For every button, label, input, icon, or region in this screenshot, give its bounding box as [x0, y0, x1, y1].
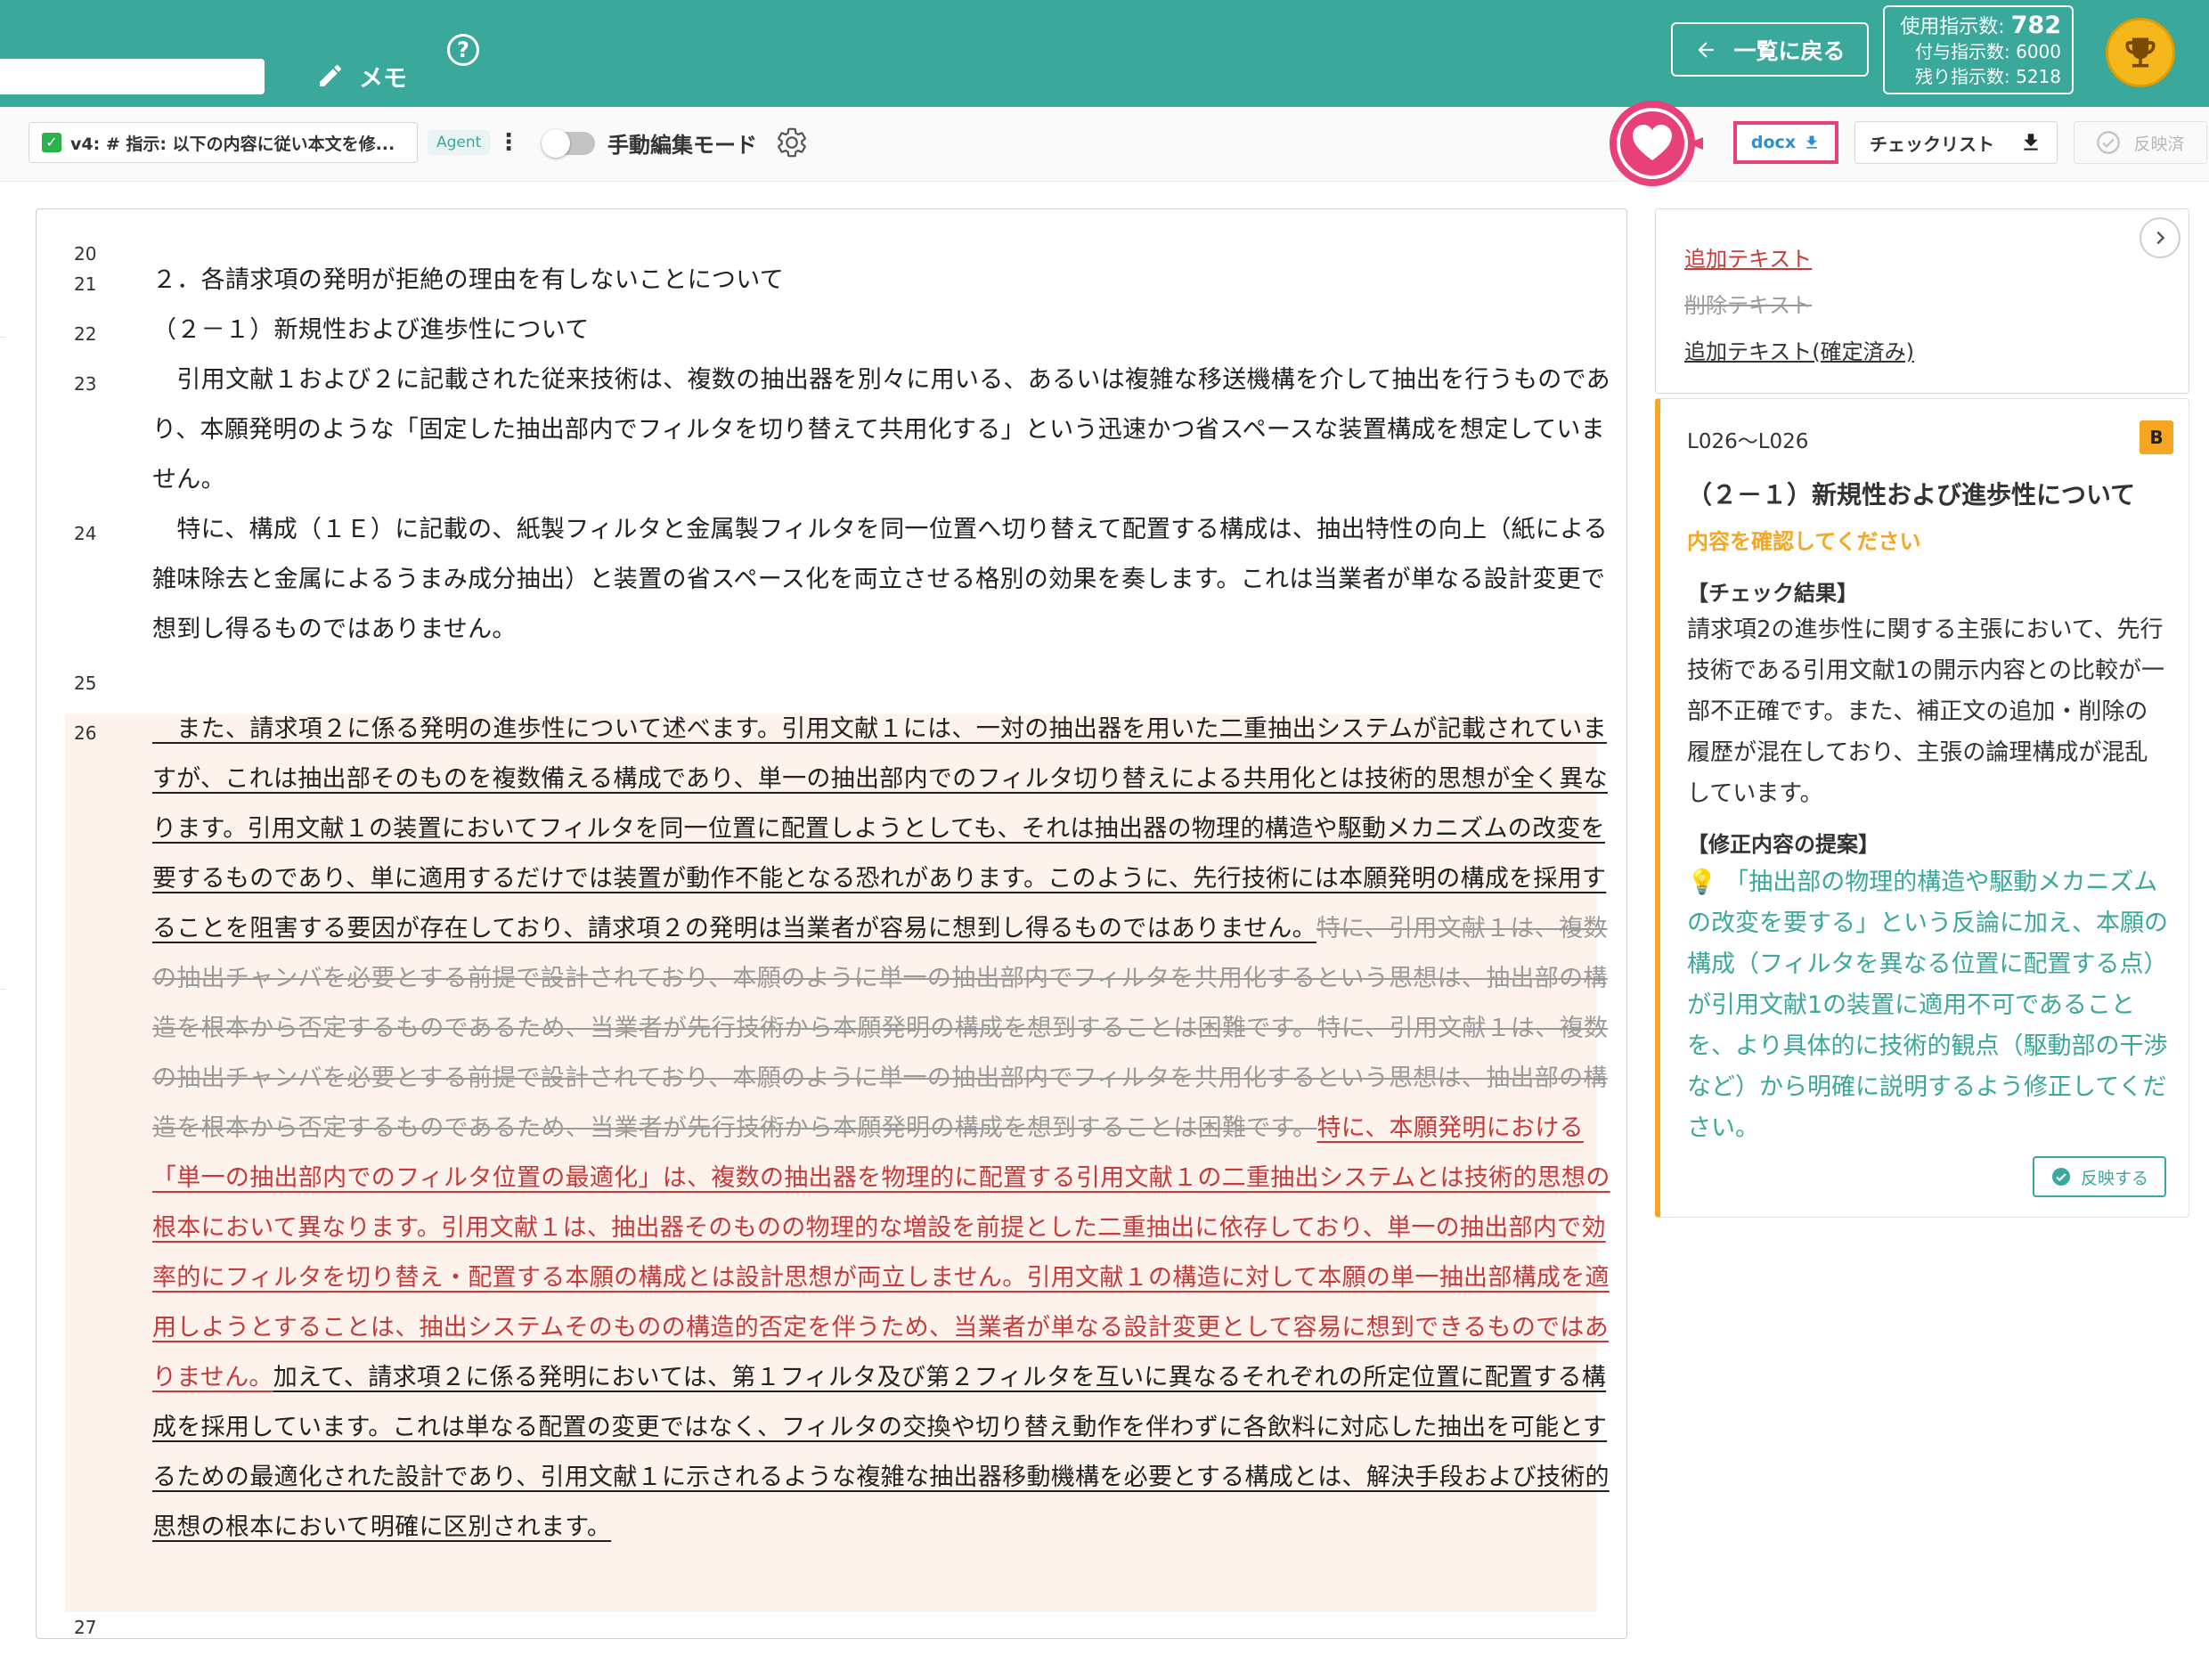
more-options-icon[interactable]: ⋮ — [497, 130, 520, 155]
added-text: また、請求項２に係る発明の進歩性について述べます。引用文献１には、一対の抽出器を… — [152, 715, 1608, 942]
checklist-download-button[interactable]: チェックリスト — [1854, 121, 2058, 164]
help-icon[interactable]: ? — [447, 34, 479, 66]
apply-button[interactable]: 反映する — [2033, 1156, 2166, 1197]
line-text-segments: また、請求項２に係る発明の進歩性について述べます。引用文献１には、一対の抽出器を… — [152, 705, 1622, 1553]
line-number: 24 — [74, 523, 97, 544]
agent-badge: Agent — [428, 130, 491, 155]
line-number: 25 — [74, 673, 97, 694]
version-selector[interactable]: ✓ v4: # 指示: 以下の内容に従い本文を修... — [29, 122, 418, 163]
legend-deleted: 削除テキスト — [1684, 293, 1813, 318]
memo-label: メモ — [359, 64, 407, 93]
result-body: 請求項2の進歩性に関する主張において、先行技術である引用文献1の開示内容との比較… — [1687, 616, 2165, 807]
manual-edit-label: 手動編集モード — [607, 133, 757, 158]
suggestion-card: L026〜L026 B （２－１）新規性および進歩性について 内容を確認してくだ… — [1655, 398, 2189, 1218]
line-text: 引用文献１および２に記載された従来技術は、複数の抽出器を別々に用いる、あるいは複… — [152, 366, 1610, 493]
trophy-icon[interactable] — [2106, 18, 2175, 87]
deleted-text: 特に、引用文献１は、複数の抽出チャンバを必要とする前提で設計されており、本願のよ… — [152, 915, 1609, 1142]
line-number: 21 — [74, 273, 97, 295]
line-number: 27 — [74, 1617, 97, 1638]
instruction-counts: 使用指示数: 782 付与指示数: 6000 残り指示数: 5218 — [1883, 5, 2074, 94]
pencil-icon — [320, 64, 342, 86]
reflected-label: 反映済 — [2133, 134, 2185, 154]
red-added-text: 特に、本願発明における「単一の抽出部内でのフィルタ位置の最適化」は、複数の抽出器… — [152, 1114, 1610, 1391]
divider — [0, 989, 5, 990]
app-header: メモ ? 一覧に戻る 使用指示数: 782 付与指示数: 6000 残り指示数:… — [0, 0, 2209, 107]
line-number: 20 — [74, 243, 97, 265]
manual-edit-toggle[interactable] — [542, 129, 595, 158]
checklist-label: チェックリスト — [1870, 133, 1994, 155]
suggest-heading: 【修正内容の提案】 — [1687, 832, 1879, 857]
result-heading: 【チェック結果】 — [1687, 581, 1858, 606]
download-icon — [2024, 134, 2038, 151]
usage-label: 使用指示数: — [1900, 16, 2005, 38]
suggest-body: 💡 「抽出部の物理的構造や駆動メカニズムの改変を要する」という反論に加え、本願の… — [1687, 869, 2168, 1142]
line-range: L026〜L026 — [1687, 430, 1809, 453]
document-editor[interactable]: 20 21 ２．各請求項の発明が拒絶の理由を有しないことについて 22 （２－１… — [36, 208, 1627, 1639]
check-circle-icon — [2097, 131, 2121, 154]
line-number: 23 — [74, 373, 97, 395]
line-number: 22 — [74, 323, 97, 345]
card-title: （２－１）新規性および進歩性について — [1687, 480, 2136, 510]
memo-button[interactable]: メモ — [316, 55, 407, 96]
back-label: 一覧に戻る — [1733, 37, 1846, 64]
usage-value: 782 — [2010, 12, 2061, 39]
document-title-input[interactable] — [0, 59, 265, 94]
reflected-button: 反映済 — [2074, 121, 2207, 164]
line-text: 特に、構成（１Ｅ）に記載の、紙製フィルタと金属製フィルタを同一位置へ切り替えて配… — [152, 516, 1608, 643]
remaining-count: 残り指示数: 5218 — [1915, 66, 2061, 87]
chevron-right-icon[interactable] — [2140, 217, 2180, 258]
check-circle-icon — [2051, 1168, 2070, 1186]
legend-added: 追加テキスト — [1684, 247, 1813, 272]
docx-label: docx — [1750, 133, 1797, 152]
apply-label: 反映する — [2080, 1168, 2148, 1188]
gear-icon[interactable] — [775, 126, 809, 159]
divider — [0, 337, 5, 338]
granted-count: 付与指示数: 6000 — [1915, 41, 2061, 62]
warning-text: 内容を確認してください — [1687, 529, 1921, 554]
docx-download-button[interactable]: docx — [1733, 121, 1838, 164]
line-text: （２－１）新規性および進歩性について — [152, 316, 590, 344]
back-to-list-button[interactable]: 一覧に戻る — [1671, 22, 1869, 77]
legend-confirmed: 追加テキスト(確定済み) — [1684, 339, 1915, 364]
version-label: v4: # 指示: 以下の内容に従い本文を修... — [70, 134, 395, 154]
heart-callout-icon — [1610, 101, 1703, 186]
grade-badge: B — [2140, 420, 2173, 454]
added-text: 加えて、請求項２に係る発明においては、第１フィルタ及び第２フィルタを互いに異なる… — [152, 1364, 1610, 1541]
line-text: ２．各請求項の発明が拒絶の理由を有しないことについて — [152, 266, 784, 294]
line-number: 26 — [74, 722, 97, 744]
check-icon: ✓ — [42, 133, 61, 152]
diff-legend: 追加テキスト 削除テキスト 追加テキスト(確定済み) — [1655, 208, 2189, 394]
arrow-left-icon — [1698, 41, 1715, 58]
download-icon — [1806, 135, 1817, 149]
